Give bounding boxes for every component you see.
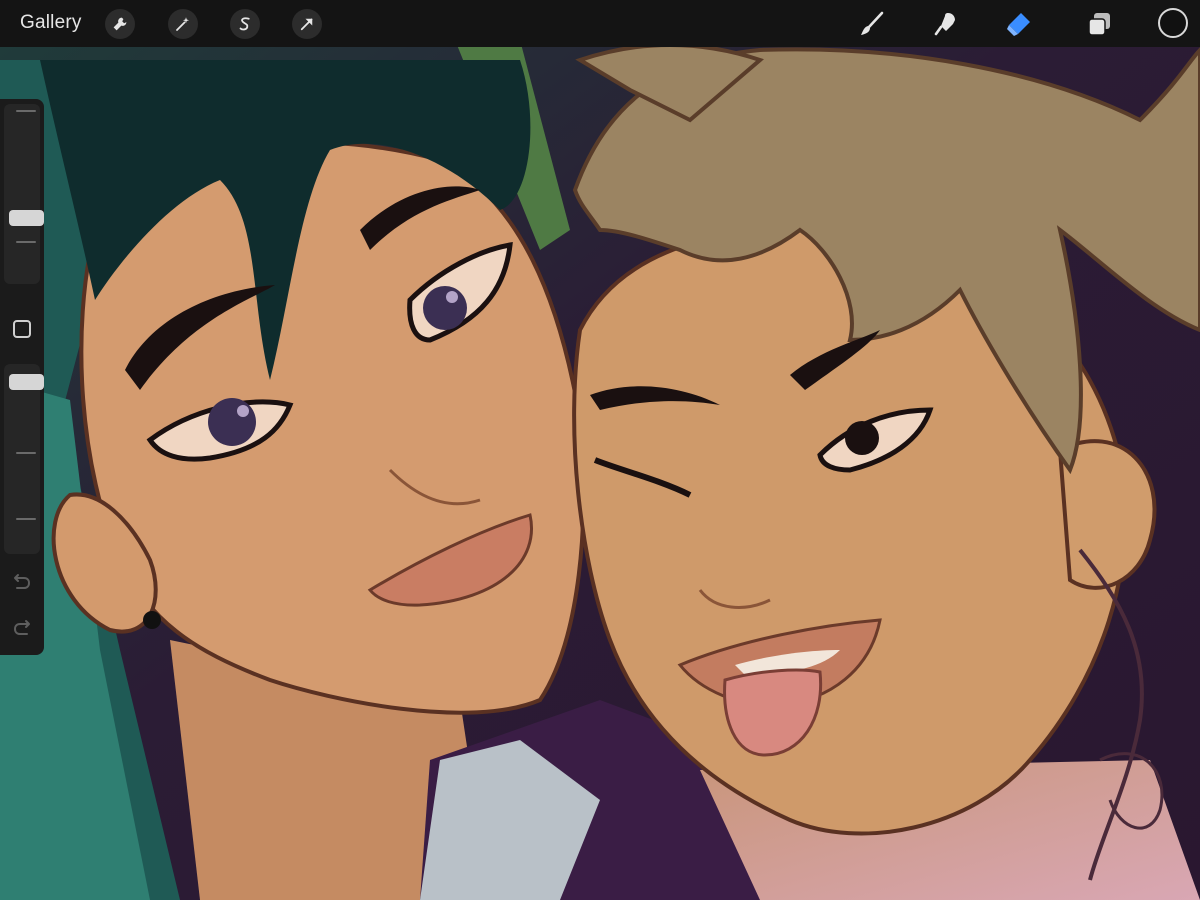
top-toolbar: Gallery <box>0 0 1200 47</box>
color-swatch[interactable] <box>1158 8 1188 38</box>
artwork <box>0 0 1200 900</box>
opacity-thumb[interactable] <box>9 374 44 390</box>
slider-tick <box>16 518 36 520</box>
brush-size-slider[interactable] <box>4 104 44 284</box>
procreate-app: Gallery <box>0 0 1200 900</box>
left-iris-1 <box>208 398 256 446</box>
arrow-cursor-icon[interactable] <box>292 9 322 39</box>
redo-arrow-icon[interactable] <box>11 618 33 640</box>
layers-icon[interactable] <box>1083 8 1115 40</box>
gallery-button[interactable]: Gallery <box>20 12 82 34</box>
selection-s-icon[interactable] <box>230 9 260 39</box>
magic-wand-icon[interactable] <box>168 9 198 39</box>
eraser-icon[interactable] <box>1002 8 1034 40</box>
wrench-icon[interactable] <box>105 9 135 39</box>
slider-tick <box>16 241 36 243</box>
brush-icon[interactable] <box>856 8 888 40</box>
opacity-slider[interactable] <box>4 364 44 554</box>
brush-size-thumb[interactable] <box>9 210 44 226</box>
square-icon[interactable] <box>13 320 31 338</box>
slider-tick <box>16 110 36 112</box>
right-iris <box>845 421 879 455</box>
undo-arrow-icon[interactable] <box>11 572 33 594</box>
earring <box>143 611 161 629</box>
drawing-canvas[interactable] <box>0 0 1200 900</box>
left-iris-highlight-1 <box>237 405 249 417</box>
smudge-finger-icon[interactable] <box>929 8 961 40</box>
left-iris-highlight-2 <box>446 291 458 303</box>
slider-tick <box>16 452 36 454</box>
left-sidebar <box>0 99 44 655</box>
left-iris-2 <box>423 286 467 330</box>
